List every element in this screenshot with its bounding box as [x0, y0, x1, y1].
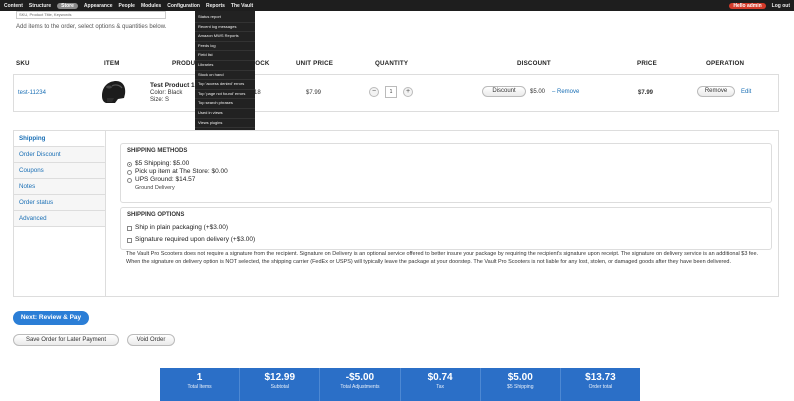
save-order-later-button[interactable]: Save Order for Later Payment	[13, 334, 119, 346]
dropdown-item-stock-on-hand[interactable]: Stock on hand	[195, 71, 255, 81]
checkbox-plain-packaging[interactable]	[127, 226, 132, 231]
dropdown-item-libraries[interactable]: Libraries	[195, 61, 255, 71]
radio-pickup[interactable]	[127, 170, 132, 175]
product-search-input[interactable]: SKU, Product Title, Keywords	[16, 11, 166, 19]
summary-subtotal-label: Subtotal	[270, 384, 289, 390]
dropdown-item-views-plugins[interactable]: Views plugins	[195, 119, 255, 129]
shipping-pane: SHIPPING METHODS $5 Shipping: $5.00 Pick…	[106, 130, 779, 297]
tab-coupons[interactable]: Coupons	[14, 163, 105, 179]
checkbox-signature-required[interactable]	[127, 238, 132, 243]
menu-store[interactable]: Store	[57, 2, 78, 9]
order-line-row: test-11234 Test Product 1 Color: Black S…	[13, 74, 779, 112]
option-plain-packaging-label[interactable]: Ship in plain packaging (+$3.00)	[135, 224, 228, 231]
vertical-tabs: Shipping Order Discount Coupons Notes Or…	[13, 130, 106, 297]
unit-price-value: $7.99	[306, 90, 322, 96]
tab-shipping[interactable]: Shipping	[14, 131, 105, 147]
remove-button[interactable]: Remove	[697, 86, 735, 97]
summary-subtotal-value: $12.99	[264, 372, 296, 383]
add-items-instructions: Add items to the order, select options &…	[16, 24, 167, 30]
summary-tax: $0.74 Tax	[401, 368, 481, 401]
column-header-item: ITEM	[104, 60, 120, 67]
void-order-button[interactable]: Void Order	[127, 334, 175, 346]
column-header-unit-price: UNIT PRICE	[296, 60, 334, 67]
summary-adjustments-value: -$5.00	[345, 372, 375, 383]
summary-tax-value: $0.74	[427, 372, 453, 383]
column-header-sku: SKU	[16, 60, 30, 67]
shipping-methods-fieldset: SHIPPING METHODS $5 Shipping: $5.00 Pick…	[120, 143, 772, 203]
reports-dropdown-menu: Status report Recent log messages Amazon…	[195, 11, 255, 131]
menu-content[interactable]: Content	[4, 3, 23, 9]
shipping-method-5-label[interactable]: $5 Shipping: $5.00	[135, 160, 189, 167]
ups-ground-sublabel: Ground Delivery	[135, 185, 175, 191]
menu-reports[interactable]: Reports	[206, 3, 225, 9]
shipping-methods-legend: SHIPPING METHODS	[127, 148, 188, 154]
column-header-quantity: QUANTITY	[375, 60, 409, 67]
menu-structure[interactable]: Structure	[29, 3, 51, 9]
logout-link[interactable]: Log out	[772, 3, 790, 9]
summary-adjustments: -$5.00 Total Adjustments	[320, 368, 401, 401]
helmet-product-image	[102, 81, 126, 103]
discount-amount: $5.00	[530, 89, 546, 95]
dropdown-item-access-denied[interactable]: Top 'access denied' errors	[195, 80, 255, 90]
shipping-note: The Vault Pro Scooters does not require …	[126, 251, 759, 265]
menu-modules[interactable]: Modules	[141, 3, 161, 9]
summary-order-total: $13.73 Order total	[561, 368, 640, 401]
shipping-options-fieldset: SHIPPING OPTIONS Ship in plain packaging…	[120, 207, 772, 250]
summary-total-items: 1 Total Items	[160, 368, 241, 401]
summary-shipping: $5.00 $5 Shipping	[481, 368, 561, 401]
line-price: $7.99	[638, 90, 654, 96]
discount-button[interactable]: Discount	[482, 86, 526, 97]
next-review-pay-button[interactable]: Next: Review & Pay	[13, 311, 89, 325]
radio-5-shipping[interactable]	[127, 162, 132, 167]
edit-link[interactable]: Edit	[741, 89, 751, 95]
tab-order-status[interactable]: Order status	[14, 195, 105, 211]
dropdown-item-status-report[interactable]: Status report	[195, 13, 255, 23]
admin-toolbar: Content Structure Store Appearance Peopl…	[0, 0, 794, 11]
discount-remove-link[interactable]: – Remove	[552, 89, 579, 95]
dropdown-item-search-phrases[interactable]: Top search phrases	[195, 99, 255, 109]
summary-tax-label: Tax	[436, 384, 444, 390]
product-name: Test Product 1	[150, 82, 195, 89]
dropdown-item-recent-log[interactable]: Recent log messages	[195, 23, 255, 33]
menu-the-vault[interactable]: The Vault	[231, 3, 253, 9]
quantity-increment-button[interactable]: +	[403, 87, 413, 97]
sku-link[interactable]: test-11234	[18, 90, 46, 96]
tab-notes[interactable]: Notes	[14, 179, 105, 195]
dropdown-item-field-list[interactable]: Field list	[195, 51, 255, 61]
admin-toolbar-right: Hello admin Log out	[729, 2, 790, 9]
column-header-discount: DISCOUNT	[517, 60, 551, 67]
shipping-method-pickup-label[interactable]: Pick up item at The Store: $0.00	[135, 168, 228, 175]
product-size: Size: S	[150, 97, 170, 103]
summary-total-items-label: Total Items	[187, 384, 212, 390]
order-summary-bar: 1 Total Items $12.99 Subtotal -$5.00 Tot…	[160, 368, 640, 401]
user-badge[interactable]: Hello admin	[729, 2, 766, 9]
shipping-method-ups-label[interactable]: UPS Ground: $14.57	[135, 176, 195, 183]
radio-ups-ground[interactable]	[127, 178, 132, 183]
dropdown-item-page-not-found[interactable]: Top 'page not found' errors	[195, 90, 255, 100]
tab-advanced[interactable]: Advanced	[14, 211, 105, 227]
product-color: Color: Black	[150, 90, 183, 96]
column-header-price: PRICE	[637, 60, 657, 67]
summary-shipping-label: $5 Shipping	[507, 384, 534, 390]
summary-shipping-value: $5.00	[507, 372, 533, 383]
menu-people[interactable]: People	[119, 3, 135, 9]
summary-subtotal: $12.99 Subtotal	[240, 368, 321, 401]
summary-order-total-value: $13.73	[585, 372, 616, 383]
quantity-input[interactable]: 1	[385, 86, 397, 98]
dropdown-item-used-in-views[interactable]: Used in views	[195, 109, 255, 119]
tab-order-discount[interactable]: Order Discount	[14, 147, 105, 163]
summary-order-total-label: Order total	[588, 384, 613, 390]
menu-configuration[interactable]: Configuration	[167, 3, 200, 9]
shipping-options-legend: SHIPPING OPTIONS	[127, 212, 185, 218]
option-signature-label[interactable]: Signature required upon delivery (+$3.00…	[135, 236, 255, 243]
quantity-decrement-button[interactable]: −	[369, 87, 379, 97]
summary-adjustments-label: Total Adjustments	[340, 384, 380, 390]
dropdown-item-amazon-mws[interactable]: Amazon MWS Reports	[195, 32, 255, 42]
summary-total-items-value: 1	[196, 372, 203, 383]
stock-value: 18	[254, 90, 261, 96]
column-header-operation: OPERATION	[706, 60, 745, 67]
dropdown-item-feeds-log[interactable]: Feeds log	[195, 42, 255, 52]
menu-appearance[interactable]: Appearance	[84, 3, 113, 9]
